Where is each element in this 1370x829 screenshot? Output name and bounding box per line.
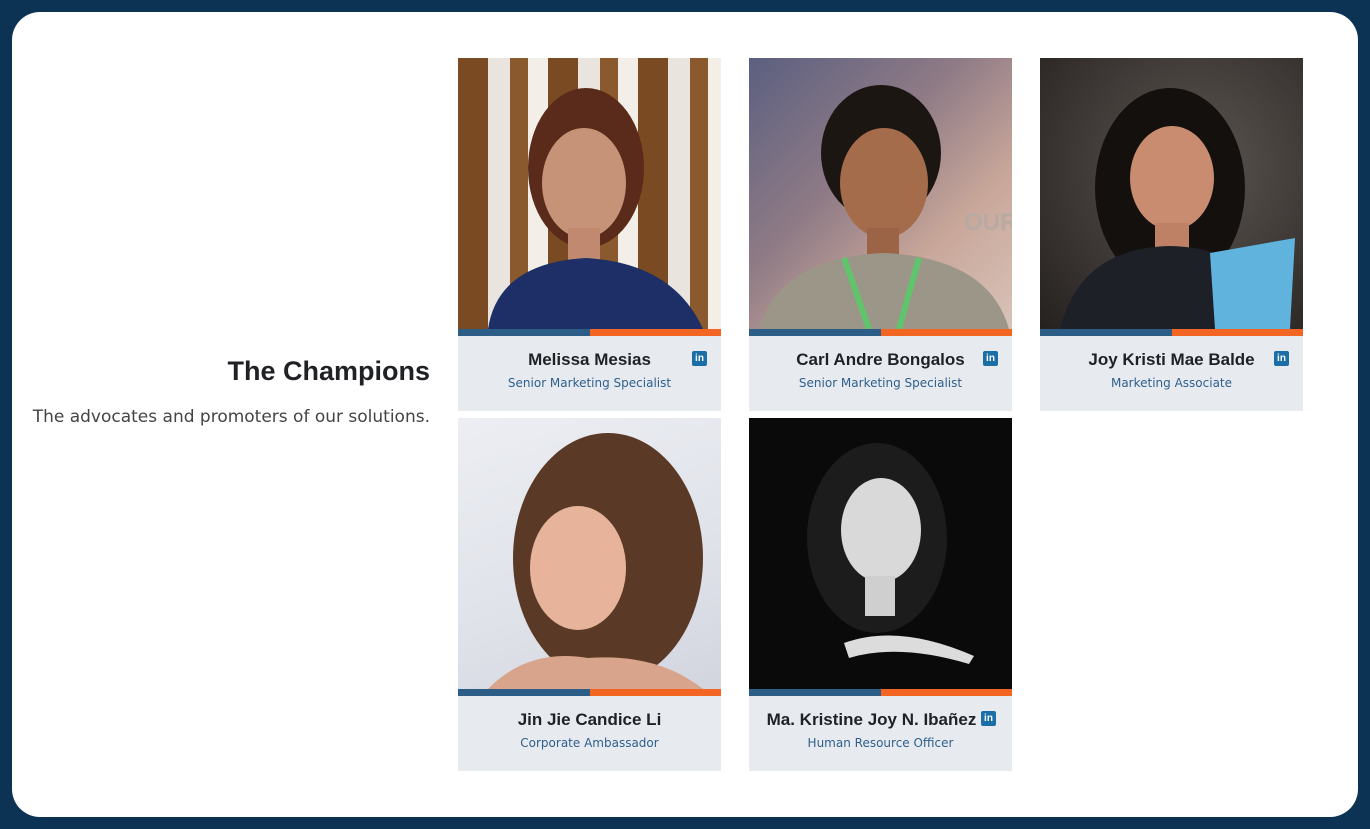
section-title: The Champions (227, 356, 430, 386)
accent-stripe (749, 329, 1012, 336)
accent-stripe (749, 689, 1012, 696)
accent-stripe (458, 329, 721, 336)
member-role: Marketing Associate (1110, 376, 1233, 390)
profile-photo (458, 418, 721, 689)
accent-stripe (1040, 329, 1303, 336)
team-grid: Melissa Mesias Senior Marketing Speciali… (458, 58, 1303, 771)
team-card: Joy Kristi Mae Balde Marketing Associate… (1040, 58, 1303, 411)
section-intro: The Champions The advocates and promoter… (33, 356, 430, 427)
profile-photo (1040, 58, 1303, 329)
member-name: Melissa Mesias (528, 350, 651, 369)
profile-photo (749, 418, 1012, 689)
member-name: Jin Jie Candice Li (517, 710, 662, 729)
member-name: Joy Kristi Mae Balde (1088, 350, 1255, 369)
member-name: Ma. Kristine Joy N. Ibañez (766, 710, 977, 729)
profile-photo: OUR (749, 58, 1012, 329)
profile-photo (458, 58, 721, 329)
section-subtitle: The advocates and promoters of our solut… (32, 407, 430, 427)
member-role: Senior Marketing Specialist (507, 376, 672, 390)
team-card: Ma. Kristine Joy N. Ibañez Human Resourc… (749, 418, 1012, 771)
linkedin-icon[interactable]: in (981, 711, 996, 726)
linkedin-icon[interactable]: in (983, 351, 998, 366)
svg-text:OUR: OUR (964, 209, 1012, 236)
team-card: OUR Carl Andre Bongalos Senior Marketing… (749, 58, 1012, 411)
member-role: Senior Marketing Specialist (798, 376, 963, 390)
content-panel: The Champions The advocates and promoter… (12, 12, 1358, 817)
member-name: Carl Andre Bongalos (796, 350, 965, 369)
member-role: Human Resource Officer (807, 736, 954, 750)
member-role: Corporate Ambassador (520, 736, 659, 750)
linkedin-icon[interactable]: in (692, 351, 707, 366)
accent-stripe (458, 689, 721, 696)
team-card: Jin Jie Candice Li Corporate Ambassador (458, 418, 721, 771)
linkedin-icon[interactable]: in (1274, 351, 1289, 366)
team-card: Melissa Mesias Senior Marketing Speciali… (458, 58, 721, 411)
